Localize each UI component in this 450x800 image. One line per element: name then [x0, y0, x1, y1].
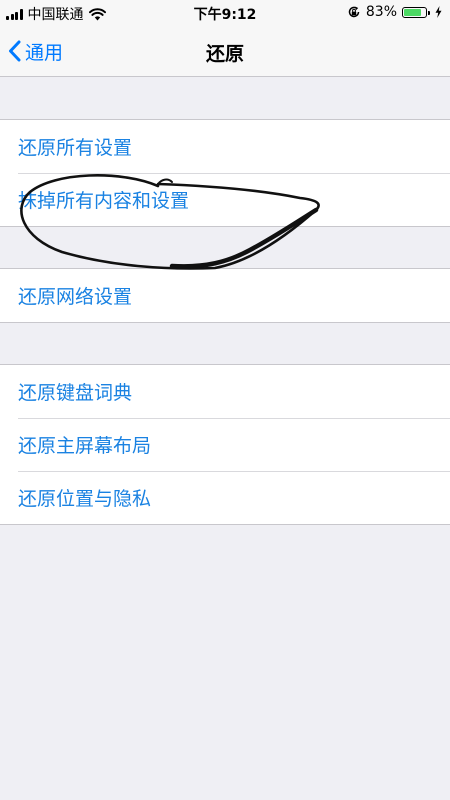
reset-location-privacy-cell[interactable]: 还原位置与隐私 — [0, 471, 450, 524]
reset-all-settings-cell[interactable]: 还原所有设置 — [0, 120, 450, 173]
battery-percent: 83% — [365, 4, 397, 20]
reset-network-settings-cell[interactable]: 还原网络设置 — [0, 269, 450, 322]
reset-home-screen-layout-cell[interactable]: 还原主屏幕布局 — [0, 418, 450, 471]
navigation-bar: 通用 还原 — [0, 26, 450, 77]
reset-group-other: 还原键盘词典 还原主屏幕布局 还原位置与隐私 — [0, 364, 450, 525]
cell-label: 还原键盘词典 — [18, 382, 133, 404]
cell-label: 还原所有设置 — [18, 137, 133, 159]
page-title: 还原 — [205, 43, 244, 65]
battery-icon — [402, 6, 430, 18]
charging-bolt-icon — [435, 6, 442, 18]
status-right: 83% — [347, 4, 442, 20]
orientation-lock-icon — [348, 6, 360, 18]
status-bar: 中国联通 下午9:12 83% — [0, 0, 450, 26]
cell-label: 抹掉所有内容和设置 — [18, 190, 190, 212]
reset-group-network: 还原网络设置 — [0, 268, 450, 323]
reset-group-all: 还原所有设置 抹掉所有内容和设置 — [0, 119, 450, 227]
cell-label: 还原位置与隐私 — [18, 488, 152, 510]
reset-keyboard-dictionary-cell[interactable]: 还原键盘词典 — [0, 365, 450, 418]
battery-level-fill — [404, 8, 422, 16]
erase-all-content-and-settings-cell[interactable]: 抹掉所有内容和设置 — [0, 173, 450, 226]
cell-label: 还原网络设置 — [18, 286, 133, 308]
cell-label: 还原主屏幕布局 — [18, 435, 152, 457]
